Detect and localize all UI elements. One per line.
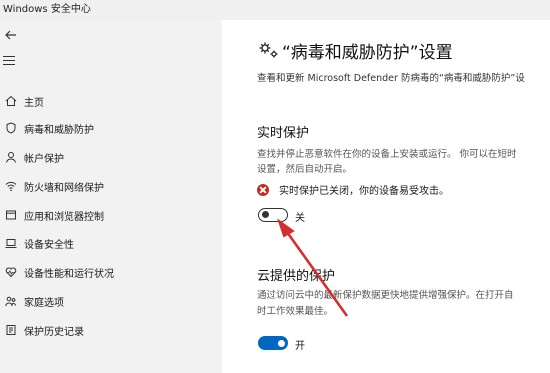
sidebar-item-label: 帐户保护 <box>24 153 64 165</box>
realtime-protection-heading: 实时保护 <box>257 126 310 141</box>
sidebar-item-label: 防火墙和网络保护 <box>24 182 104 194</box>
cloud-protection-desc-2: 时工作效果最佳。 <box>257 306 334 317</box>
toggle-knob <box>262 211 269 218</box>
page-title: “病毒和威胁防护”设置 <box>282 43 453 63</box>
home-icon <box>4 94 18 108</box>
laptop-icon <box>4 236 18 250</box>
sidebar-item-firewall[interactable]: 防火墙和网络保护 <box>0 173 222 199</box>
back-arrow-icon[interactable] <box>4 28 18 42</box>
sidebar-item-label: 应用和浏览器控制 <box>24 211 104 223</box>
realtime-toggle-label: 关 <box>295 213 305 224</box>
sidebar-item-label: 保护历史记录 <box>24 326 84 338</box>
realtime-warning: 实时保护已关闭，你的设备易受攻击。 <box>257 182 449 197</box>
hamburger-menu-icon[interactable] <box>3 56 17 68</box>
realtime-protection-desc-1: 查找并停止恶意软件在你的设备上安装或运行。 你可以在短时 <box>257 149 517 160</box>
sidebar-item-label: 家庭选项 <box>24 297 64 309</box>
error-x-icon <box>257 183 269 196</box>
sidebar-item-label: 设备性能和运行状况 <box>24 268 114 280</box>
cloud-protection-toggle[interactable] <box>258 336 288 350</box>
toggle-knob <box>278 339 285 347</box>
page-subtitle: 查看和更新 Microsoft Defender 防病毒的“病毒和威胁防护”设 <box>257 73 525 84</box>
sidebar-item-label: 主页 <box>24 97 44 109</box>
app-window-icon <box>4 208 18 222</box>
sidebar-item-family[interactable]: 家庭选项 <box>0 288 222 314</box>
sidebar-item-protection-history[interactable]: 保护历史记录 <box>0 317 222 343</box>
gear-icon <box>258 40 280 60</box>
sidebar-item-label: 病毒和威胁防护 <box>24 124 94 136</box>
shield-icon <box>4 121 18 135</box>
window-title: Windows 安全中心 <box>3 4 91 15</box>
heart-icon <box>4 265 18 279</box>
sidebar-item-device-health[interactable]: 设备性能和运行状况 <box>0 259 222 285</box>
sidebar-item-device-security[interactable]: 设备安全性 <box>0 230 222 256</box>
cloud-toggle-label: 开 <box>295 341 305 352</box>
cloud-protection-desc-1: 通过访问云中的最新保护数据更快地提供增强保护。在打开自 <box>257 290 514 301</box>
sidebar-item-app-browser[interactable]: 应用和浏览器控制 <box>0 202 222 228</box>
window-title-bar: Windows 安全中心 <box>0 0 550 20</box>
wifi-icon <box>4 179 18 193</box>
cloud-protection-heading: 云提供的保护 <box>257 269 336 284</box>
sidebar: 主页 病毒和威胁防护 帐户保护 防火墙和网络保护 应用和浏览器控制 设备安全性 <box>0 20 222 373</box>
realtime-warning-text: 实时保护已关闭，你的设备易受攻击。 <box>279 186 449 197</box>
family-icon <box>4 294 18 308</box>
person-icon <box>4 150 18 164</box>
sidebar-item-home[interactable]: 主页 <box>0 88 222 114</box>
main-content: “病毒和威胁防护”设置 查看和更新 Microsoft Defender 防病毒… <box>222 20 550 373</box>
sidebar-item-account[interactable]: 帐户保护 <box>0 144 222 170</box>
realtime-protection-desc-2: 设置，然后自动开启。 <box>257 164 353 175</box>
sidebar-item-virus-protection[interactable]: 病毒和威胁防护 <box>0 115 222 141</box>
history-icon <box>4 323 18 337</box>
sidebar-item-label: 设备安全性 <box>24 239 74 251</box>
realtime-protection-toggle[interactable] <box>258 208 288 222</box>
